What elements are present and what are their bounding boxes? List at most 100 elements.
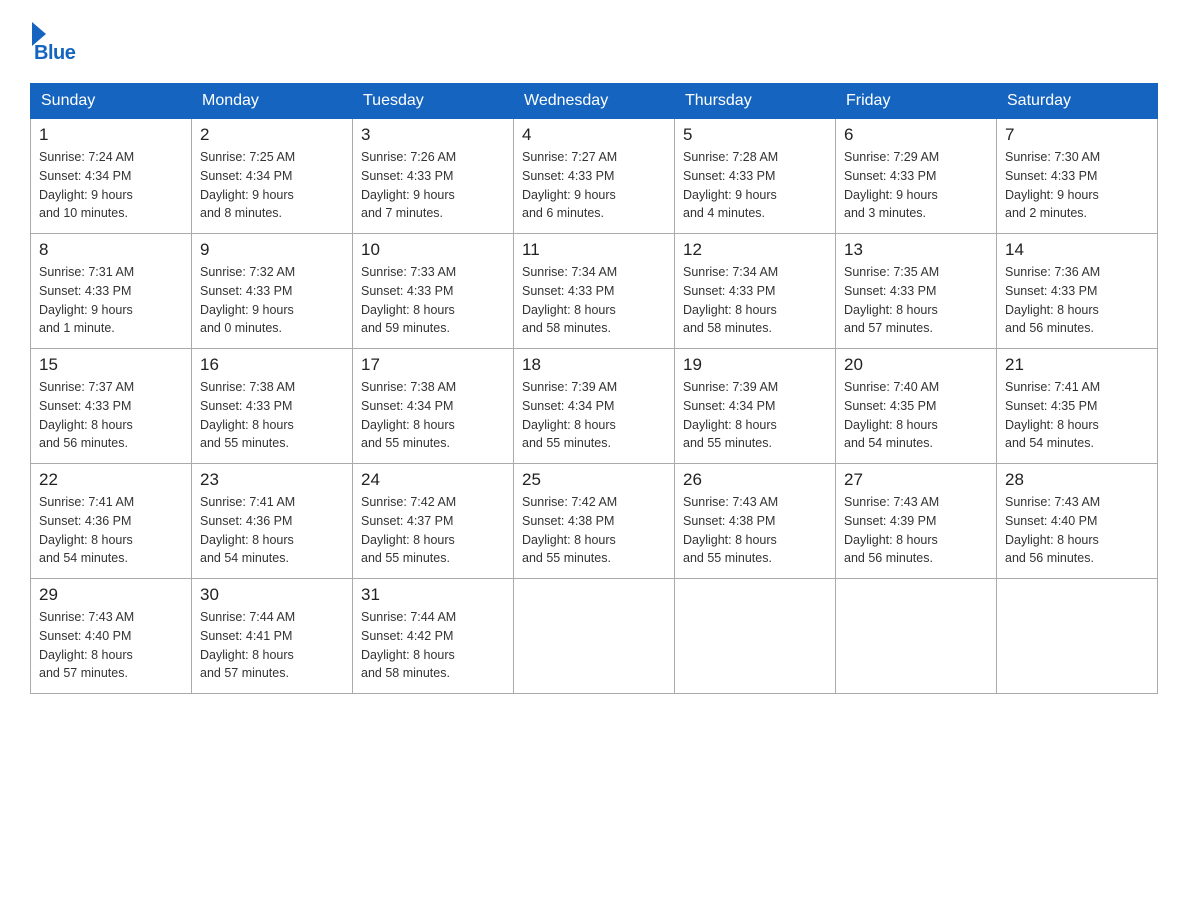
calendar-cell: 28 Sunrise: 7:43 AMSunset: 4:40 PMDaylig… <box>997 464 1158 579</box>
day-number: 6 <box>844 125 988 145</box>
day-info: Sunrise: 7:38 AMSunset: 4:34 PMDaylight:… <box>361 380 456 450</box>
calendar-cell: 15 Sunrise: 7:37 AMSunset: 4:33 PMDaylig… <box>31 349 192 464</box>
day-info: Sunrise: 7:39 AMSunset: 4:34 PMDaylight:… <box>683 380 778 450</box>
day-number: 26 <box>683 470 827 490</box>
day-info: Sunrise: 7:43 AMSunset: 4:39 PMDaylight:… <box>844 495 939 565</box>
day-number: 28 <box>1005 470 1149 490</box>
calendar-cell: 18 Sunrise: 7:39 AMSunset: 4:34 PMDaylig… <box>514 349 675 464</box>
day-info: Sunrise: 7:42 AMSunset: 4:38 PMDaylight:… <box>522 495 617 565</box>
calendar-cell: 6 Sunrise: 7:29 AMSunset: 4:33 PMDayligh… <box>836 119 997 234</box>
calendar-week-row: 29 Sunrise: 7:43 AMSunset: 4:40 PMDaylig… <box>31 579 1158 694</box>
day-info: Sunrise: 7:43 AMSunset: 4:40 PMDaylight:… <box>39 610 134 680</box>
day-info: Sunrise: 7:32 AMSunset: 4:33 PMDaylight:… <box>200 265 295 335</box>
calendar-week-row: 15 Sunrise: 7:37 AMSunset: 4:33 PMDaylig… <box>31 349 1158 464</box>
day-info: Sunrise: 7:44 AMSunset: 4:41 PMDaylight:… <box>200 610 295 680</box>
day-number: 2 <box>200 125 344 145</box>
day-info: Sunrise: 7:33 AMSunset: 4:33 PMDaylight:… <box>361 265 456 335</box>
calendar-cell: 11 Sunrise: 7:34 AMSunset: 4:33 PMDaylig… <box>514 234 675 349</box>
calendar-cell: 10 Sunrise: 7:33 AMSunset: 4:33 PMDaylig… <box>353 234 514 349</box>
day-info: Sunrise: 7:42 AMSunset: 4:37 PMDaylight:… <box>361 495 456 565</box>
calendar-week-row: 8 Sunrise: 7:31 AMSunset: 4:33 PMDayligh… <box>31 234 1158 349</box>
col-header-friday: Friday <box>836 84 997 119</box>
day-info: Sunrise: 7:29 AMSunset: 4:33 PMDaylight:… <box>844 150 939 220</box>
day-number: 25 <box>522 470 666 490</box>
calendar-cell: 3 Sunrise: 7:26 AMSunset: 4:33 PMDayligh… <box>353 119 514 234</box>
calendar-cell: 26 Sunrise: 7:43 AMSunset: 4:38 PMDaylig… <box>675 464 836 579</box>
day-number: 21 <box>1005 355 1149 375</box>
day-info: Sunrise: 7:24 AMSunset: 4:34 PMDaylight:… <box>39 150 134 220</box>
page-header: Blue <box>30 20 1158 65</box>
day-number: 3 <box>361 125 505 145</box>
day-number: 5 <box>683 125 827 145</box>
day-info: Sunrise: 7:39 AMSunset: 4:34 PMDaylight:… <box>522 380 617 450</box>
day-info: Sunrise: 7:34 AMSunset: 4:33 PMDaylight:… <box>683 265 778 335</box>
day-info: Sunrise: 7:43 AMSunset: 4:38 PMDaylight:… <box>683 495 778 565</box>
day-info: Sunrise: 7:41 AMSunset: 4:35 PMDaylight:… <box>1005 380 1100 450</box>
day-info: Sunrise: 7:35 AMSunset: 4:33 PMDaylight:… <box>844 265 939 335</box>
day-number: 10 <box>361 240 505 260</box>
calendar-cell: 31 Sunrise: 7:44 AMSunset: 4:42 PMDaylig… <box>353 579 514 694</box>
calendar-cell: 17 Sunrise: 7:38 AMSunset: 4:34 PMDaylig… <box>353 349 514 464</box>
day-number: 30 <box>200 585 344 605</box>
day-info: Sunrise: 7:27 AMSunset: 4:33 PMDaylight:… <box>522 150 617 220</box>
day-number: 12 <box>683 240 827 260</box>
day-number: 11 <box>522 240 666 260</box>
calendar-cell: 24 Sunrise: 7:42 AMSunset: 4:37 PMDaylig… <box>353 464 514 579</box>
day-number: 17 <box>361 355 505 375</box>
col-header-thursday: Thursday <box>675 84 836 119</box>
day-number: 8 <box>39 240 183 260</box>
day-number: 23 <box>200 470 344 490</box>
calendar-cell: 16 Sunrise: 7:38 AMSunset: 4:33 PMDaylig… <box>192 349 353 464</box>
day-info: Sunrise: 7:37 AMSunset: 4:33 PMDaylight:… <box>39 380 134 450</box>
col-header-tuesday: Tuesday <box>353 84 514 119</box>
calendar-cell: 25 Sunrise: 7:42 AMSunset: 4:38 PMDaylig… <box>514 464 675 579</box>
calendar-cell: 20 Sunrise: 7:40 AMSunset: 4:35 PMDaylig… <box>836 349 997 464</box>
day-info: Sunrise: 7:34 AMSunset: 4:33 PMDaylight:… <box>522 265 617 335</box>
day-info: Sunrise: 7:25 AMSunset: 4:34 PMDaylight:… <box>200 150 295 220</box>
day-number: 24 <box>361 470 505 490</box>
calendar-cell: 9 Sunrise: 7:32 AMSunset: 4:33 PMDayligh… <box>192 234 353 349</box>
day-number: 1 <box>39 125 183 145</box>
calendar-cell: 29 Sunrise: 7:43 AMSunset: 4:40 PMDaylig… <box>31 579 192 694</box>
col-header-saturday: Saturday <box>997 84 1158 119</box>
logo: Blue <box>30 20 75 65</box>
day-info: Sunrise: 7:38 AMSunset: 4:33 PMDaylight:… <box>200 380 295 450</box>
calendar-cell <box>514 579 675 694</box>
calendar-cell: 19 Sunrise: 7:39 AMSunset: 4:34 PMDaylig… <box>675 349 836 464</box>
calendar-cell: 12 Sunrise: 7:34 AMSunset: 4:33 PMDaylig… <box>675 234 836 349</box>
calendar-cell <box>675 579 836 694</box>
calendar-cell <box>997 579 1158 694</box>
calendar-cell: 1 Sunrise: 7:24 AMSunset: 4:34 PMDayligh… <box>31 119 192 234</box>
day-info: Sunrise: 7:43 AMSunset: 4:40 PMDaylight:… <box>1005 495 1100 565</box>
day-number: 13 <box>844 240 988 260</box>
calendar-cell: 23 Sunrise: 7:41 AMSunset: 4:36 PMDaylig… <box>192 464 353 579</box>
day-number: 7 <box>1005 125 1149 145</box>
day-number: 27 <box>844 470 988 490</box>
calendar-cell: 21 Sunrise: 7:41 AMSunset: 4:35 PMDaylig… <box>997 349 1158 464</box>
calendar-cell: 7 Sunrise: 7:30 AMSunset: 4:33 PMDayligh… <box>997 119 1158 234</box>
day-info: Sunrise: 7:26 AMSunset: 4:33 PMDaylight:… <box>361 150 456 220</box>
day-info: Sunrise: 7:44 AMSunset: 4:42 PMDaylight:… <box>361 610 456 680</box>
calendar-cell: 2 Sunrise: 7:25 AMSunset: 4:34 PMDayligh… <box>192 119 353 234</box>
day-info: Sunrise: 7:28 AMSunset: 4:33 PMDaylight:… <box>683 150 778 220</box>
day-number: 22 <box>39 470 183 490</box>
day-number: 31 <box>361 585 505 605</box>
day-info: Sunrise: 7:41 AMSunset: 4:36 PMDaylight:… <box>200 495 295 565</box>
day-info: Sunrise: 7:36 AMSunset: 4:33 PMDaylight:… <box>1005 265 1100 335</box>
day-number: 20 <box>844 355 988 375</box>
calendar-cell <box>836 579 997 694</box>
calendar-cell: 13 Sunrise: 7:35 AMSunset: 4:33 PMDaylig… <box>836 234 997 349</box>
calendar-cell: 4 Sunrise: 7:27 AMSunset: 4:33 PMDayligh… <box>514 119 675 234</box>
calendar-cell: 5 Sunrise: 7:28 AMSunset: 4:33 PMDayligh… <box>675 119 836 234</box>
calendar-table: SundayMondayTuesdayWednesdayThursdayFrid… <box>30 83 1158 694</box>
calendar-cell: 22 Sunrise: 7:41 AMSunset: 4:36 PMDaylig… <box>31 464 192 579</box>
logo-blue-text: Blue <box>34 42 75 65</box>
day-number: 29 <box>39 585 183 605</box>
day-number: 18 <box>522 355 666 375</box>
day-info: Sunrise: 7:40 AMSunset: 4:35 PMDaylight:… <box>844 380 939 450</box>
col-header-monday: Monday <box>192 84 353 119</box>
calendar-cell: 8 Sunrise: 7:31 AMSunset: 4:33 PMDayligh… <box>31 234 192 349</box>
day-info: Sunrise: 7:30 AMSunset: 4:33 PMDaylight:… <box>1005 150 1100 220</box>
day-number: 15 <box>39 355 183 375</box>
day-number: 4 <box>522 125 666 145</box>
